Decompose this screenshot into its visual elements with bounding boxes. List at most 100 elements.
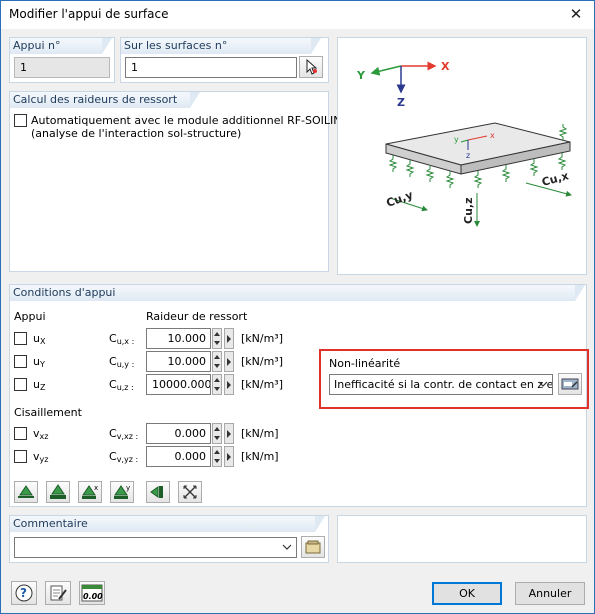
local-y-label: y — [454, 135, 459, 144]
comment-library-icon — [305, 540, 321, 554]
spring-calc-header: Calcul des raideurs de ressort — [10, 92, 200, 108]
cursor-pick-icon — [306, 58, 318, 75]
local-z-label: z — [466, 151, 470, 160]
units-decimal-icon: 0.00 — [81, 584, 103, 602]
auto-soilin-checkbox[interactable] — [14, 114, 27, 127]
surfaces-number-label: Sur les surfaces n° — [121, 38, 321, 54]
cuy-unit: [kN/m³] — [241, 355, 284, 368]
help-button[interactable]: ? — [11, 581, 37, 605]
auto-soilin-label-2: (analyse de l'interaction sol-structure) — [31, 127, 242, 140]
cancel-button[interactable]: Annuler — [515, 582, 585, 605]
cuz-input[interactable]: 10000.000 — [146, 374, 211, 395]
cux-arrow-button[interactable] — [224, 328, 234, 349]
uy-label: uY — [33, 355, 45, 369]
cvxz-field-label: Cv,xz : — [109, 427, 139, 441]
cvxz-input[interactable]: 0.000 — [146, 423, 211, 444]
support-diagram: X Y Z x y z Cu,y Cu,x Cu,z — [356, 60, 572, 227]
surfaces-number-input[interactable]: 1 — [125, 57, 297, 78]
support-number-label: Appui n° — [10, 38, 112, 54]
support-fixed-y-icon: y — [114, 484, 130, 499]
cuz-unit: [kN/m³] — [241, 378, 284, 391]
vxz-checkbox[interactable] — [14, 427, 27, 440]
uz-checkbox[interactable] — [14, 378, 27, 391]
support-fixed-icon — [50, 484, 66, 499]
cux-field-label: Cu,x : — [109, 332, 135, 346]
support-conditions-header: Conditions d'appui — [10, 285, 585, 301]
stiffness-column-label: Raideur de ressort — [146, 310, 248, 323]
pick-surfaces-button[interactable] — [299, 56, 323, 78]
global-y-label: Y — [356, 69, 366, 82]
free-support-icon — [183, 485, 197, 499]
cux-input[interactable]: 10.000 — [146, 328, 211, 349]
cuz-arrow-button[interactable] — [224, 374, 234, 395]
comment-library-button[interactable] — [301, 536, 325, 558]
global-z-label: Z — [397, 96, 405, 109]
ux-checkbox[interactable] — [14, 332, 27, 345]
cvyz-unit: [kN/m] — [241, 450, 279, 463]
cuy-spinner[interactable] — [212, 351, 222, 372]
dialog-window: Modifier l'appui de surface ✕ Appui n° 1… — [0, 0, 595, 614]
support-edge-button[interactable] — [146, 481, 170, 503]
help-icon: ? — [15, 584, 33, 602]
comment-group: Commentaire — [9, 515, 329, 563]
ok-button[interactable]: OK — [432, 582, 502, 605]
auto-soilin-label: Automatiquement avec le module additionn… — [31, 114, 342, 127]
support-diagram-panel: X Y Z x y z Cu,y Cu,x Cu,z — [337, 37, 587, 275]
ux-label: uX — [33, 332, 46, 346]
cux-spinner[interactable] — [212, 328, 222, 349]
units-icon-text: 0.00 — [83, 592, 103, 601]
support-number-field: 1 — [14, 57, 110, 78]
support-hinged-button[interactable] — [14, 481, 38, 503]
svg-text:x: x — [94, 484, 98, 492]
cvyz-input[interactable]: 0.000 — [146, 446, 211, 467]
support-conditions-group: Conditions d'appui Appui Raideur de ress… — [9, 284, 589, 507]
cuz-field-label: Cu,z : — [109, 378, 134, 392]
global-y-axis — [370, 65, 402, 76]
svg-text:?: ? — [20, 586, 27, 600]
local-x-label: x — [490, 131, 495, 140]
units-button[interactable]: 0.00 — [79, 581, 105, 605]
cux-unit: [kN/m³] — [241, 332, 284, 345]
edit-button[interactable] — [45, 581, 71, 605]
empty-panel — [337, 515, 587, 563]
cuy-field-label: Cu,y : — [109, 355, 135, 369]
shear-label: Cisaillement — [14, 406, 82, 419]
cvyz-spinner[interactable] — [212, 446, 222, 467]
close-icon[interactable]: ✕ — [564, 3, 588, 25]
edit-text-icon — [50, 585, 67, 601]
vxz-label: vxz — [33, 427, 49, 441]
surfaces-number-group: Sur les surfaces n° 1 — [120, 37, 329, 83]
nonlinearity-highlight — [319, 349, 589, 409]
support-type-toolbar: x y — [9, 477, 587, 507]
support-hinged-icon — [18, 485, 34, 498]
svg-text:y: y — [126, 484, 130, 492]
cuy-label: Cu,y — [385, 188, 415, 210]
support-fixed-x-button[interactable]: x — [78, 481, 102, 503]
cvyz-field-label: Cv,yz : — [109, 450, 139, 464]
uy-checkbox[interactable] — [14, 355, 27, 368]
title-bar: Modifier l'appui de surface ✕ — [1, 1, 594, 29]
support-edge-icon — [150, 486, 163, 498]
chevron-down-icon — [282, 544, 292, 550]
cuy-input[interactable]: 10.000 — [146, 351, 211, 372]
cuz-spinner[interactable] — [212, 374, 222, 395]
cvxz-spinner[interactable] — [212, 423, 222, 444]
vyz-label: vyz — [33, 450, 49, 464]
global-x-label: X — [441, 60, 450, 73]
support-fixed-y-button[interactable]: y — [110, 481, 134, 503]
support-column-label: Appui — [14, 310, 46, 323]
comment-header: Commentaire — [10, 516, 325, 532]
cvyz-arrow-button[interactable] — [224, 446, 234, 467]
cvxz-arrow-button[interactable] — [224, 423, 234, 444]
free-support-button[interactable] — [178, 481, 202, 503]
support-number-group: Appui n° 1 — [9, 37, 115, 83]
vyz-checkbox[interactable] — [14, 450, 27, 463]
cuy-arrow-button[interactable] — [224, 351, 234, 372]
window-title: Modifier l'appui de surface — [9, 7, 169, 21]
spring-calc-group: Calcul des raideurs de ressort Automatiq… — [9, 91, 342, 272]
cux-label: Cu,x — [540, 169, 570, 189]
support-fixed-x-icon: x — [82, 484, 98, 499]
support-fixed-button[interactable] — [46, 481, 70, 503]
comment-input[interactable] — [14, 537, 297, 558]
cvxz-unit: [kN/m] — [241, 427, 279, 440]
